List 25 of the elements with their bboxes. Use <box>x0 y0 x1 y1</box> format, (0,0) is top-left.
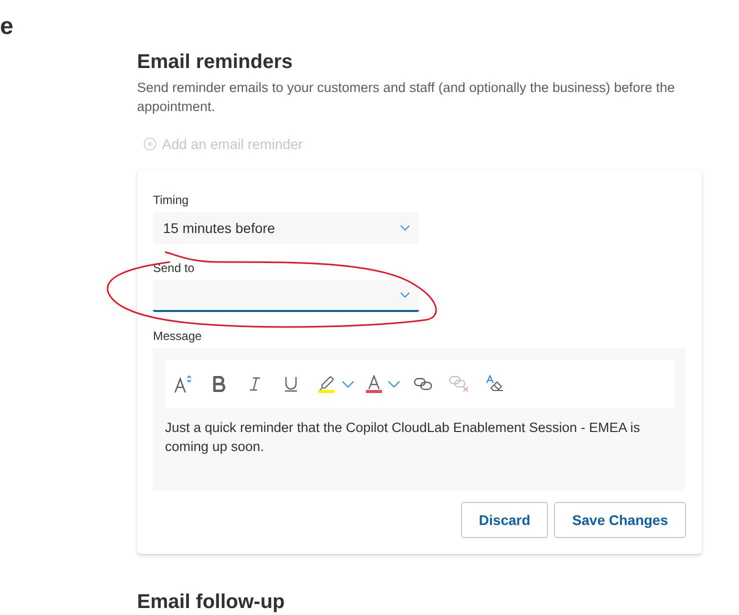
link-icon <box>414 378 432 390</box>
chevron-down-icon <box>388 380 400 388</box>
message-editor[interactable]: Just a quick reminder that the Copilot CloudLab Enablement Session - EMEA is coming up soon. <box>153 348 686 491</box>
message-text: Just a quick reminder that the Copilot CloudLab Enablement Session - EMEA is coming up soon. <box>165 419 641 456</box>
section-description: Send reminder emails to your customers and staff (and optionally the business) before the appointment. <box>137 79 676 116</box>
field-label: Timing <box>153 192 189 208</box>
plus-circle-icon <box>143 137 157 151</box>
font-size-icon <box>173 375 193 393</box>
eraser-icon <box>486 375 504 393</box>
dropdown-field[interactable]: 15 minutes before <box>153 212 419 244</box>
field-label: Message <box>153 328 202 344</box>
field-label: Send to <box>153 260 194 276</box>
page-title: e <box>0 12 14 42</box>
chevron-down-icon <box>342 380 354 388</box>
highlighter-pen-icon <box>318 375 336 393</box>
unlink-icon <box>449 376 469 392</box>
italic-icon <box>249 376 261 392</box>
section-title: Email reminders <box>137 50 293 75</box>
bold-icon <box>212 376 226 392</box>
discard-button[interactable]: Discard <box>460 502 548 538</box>
save-button[interactable]: Save Changes <box>554 502 686 538</box>
underline-icon <box>284 375 298 393</box>
dropdown-field[interactable] <box>153 280 419 312</box>
section-title: Email follow-up <box>137 590 285 614</box>
font-color-icon <box>366 375 382 393</box>
